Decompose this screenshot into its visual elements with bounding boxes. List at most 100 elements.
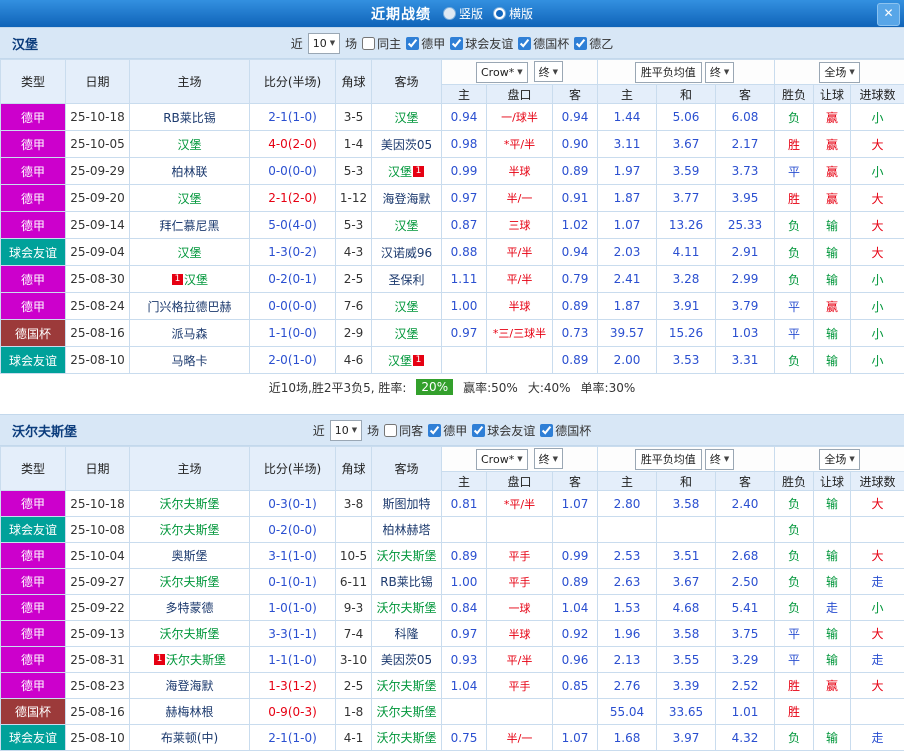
avg-label-box[interactable]: 胜平负均值 [635,62,702,83]
close-button[interactable]: ✕ [877,3,900,26]
match-row: 德甲25-09-13沃尔夫斯堡3-3(1-1)7-4科隆0.97半球0.921.… [1,621,904,647]
handicap-cell [487,517,553,543]
date-cell: 25-09-13 [66,621,130,647]
avg-final-select[interactable]: 终▼ [705,62,734,83]
avg-home-cell: 3.11 [598,131,657,158]
avg-away-cell: 3.75 [716,621,775,647]
filter-checkbox-input[interactable] [450,37,463,50]
date-cell: 25-08-30 [66,266,130,293]
filter-checkbox-2[interactable]: 球会友谊 [472,422,535,439]
filter-checkbox-2[interactable]: 球会友谊 [450,35,513,52]
team-name: RB莱比锡 [163,111,216,125]
outcome-cell: 赢 [814,131,851,158]
match-row: 德国杯25-08-16派马森1-1(0-0)2-9汉堡0.97*三/三球半0.7… [1,320,904,347]
team-name: 柏林赫塔 [382,523,430,537]
outcome-cell: 平 [775,621,814,647]
col-avg-away: 客 [716,85,775,104]
layout-option-vertical[interactable]: 竖版 [443,5,483,22]
outcome-cell: 小 [851,595,904,621]
home-cell: 汉堡 [130,131,250,158]
outcome-text: 输 [826,354,838,368]
summary-stat: 单率:30% [581,379,636,396]
outcome-cell [814,699,851,725]
away-cell: 汉堡 [372,293,442,320]
avg-away-cell: 2.40 [716,491,775,517]
red-card-badge: 1 [413,355,424,366]
section-team-name: 沃尔夫斯堡 [12,421,77,440]
odds-home-cell: 0.88 [442,239,487,266]
score-cell: 2-0(1-0) [250,347,336,374]
filter-checkbox-input[interactable] [384,424,397,437]
avg-away-cell: 3.31 [716,347,775,374]
odds-home-cell: 0.75 [442,725,487,751]
bookmaker-select[interactable]: Crow*▼ [476,62,528,83]
filter-checkbox-0[interactable]: 同客 [384,422,423,439]
red-card-badge: 1 [172,274,183,285]
odds-away-cell [553,699,598,725]
filter-checkbox-input[interactable] [518,37,531,50]
outcome-cell: 平 [775,320,814,347]
league-cell: 德甲 [1,595,66,621]
team-section: 汉堡近10▼场同主德甲球会友谊德国杯德乙类型日期主场比分(半场)角球客场Crow… [0,27,904,400]
avg-home-cell: 1.44 [598,104,657,131]
filter-checkbox-input[interactable] [406,37,419,50]
team-name: 沃尔夫斯堡 [159,575,219,589]
filter-checkbox-input[interactable] [574,37,587,50]
outcome-text: 平 [788,653,800,667]
col-avg-home: 主 [598,472,657,491]
fullmatch-select[interactable]: 全场▼ [819,62,859,83]
odds-final-select[interactable]: 终▼ [534,61,563,82]
avg-home-cell: 55.04 [598,699,657,725]
section-header: 汉堡近10▼场同主德甲球会友谊德国杯德乙 [0,27,904,59]
odds-final-select[interactable]: 终▼ [534,448,563,469]
score-cell: 0-0(0-0) [250,158,336,185]
odds-away-cell: 0.73 [553,320,598,347]
score-text: 0-1(0-1) [268,575,317,589]
outcome-cell: 赢 [814,104,851,131]
filter-checkbox-1[interactable]: 德甲 [406,35,445,52]
avg-label-box[interactable]: 胜平负均值 [635,449,702,470]
outcome-text: 输 [826,327,838,341]
team-name: 门兴格拉德巴赫 [147,300,231,314]
outcome-cell: 大 [851,543,904,569]
filter-checkbox-input[interactable] [540,424,553,437]
corner-cell: 4-1 [336,725,372,751]
team-name: 布莱顿(中) [161,731,218,745]
filter-checkbox-input[interactable] [362,37,375,50]
filter-checkbox-4[interactable]: 德乙 [574,35,613,52]
col-let: 让球 [814,472,851,491]
score-cell: 2-1(1-0) [250,725,336,751]
match-row: 球会友谊25-10-08沃尔夫斯堡0-2(0-0)柏林赫塔负 [1,517,904,543]
filter-checkbox-3[interactable]: 德国杯 [518,35,569,52]
score-cell: 1-3(0-2) [250,239,336,266]
filter-checkbox-input[interactable] [428,424,441,437]
filter-checkbox-input[interactable] [472,424,485,437]
outcome-text: 负 [788,523,800,537]
recent-count-select[interactable]: 10▼ [330,420,362,441]
filter-checkbox-3[interactable]: 德国杯 [540,422,591,439]
outcome-cell: 输 [814,239,851,266]
date-cell: 25-09-22 [66,595,130,621]
col-odds-away: 客 [553,472,598,491]
col-odds-home: 主 [442,85,487,104]
odds-home-cell: 0.97 [442,185,487,212]
score-cell: 1-3(1-2) [250,673,336,699]
outcome-text: 输 [826,219,838,233]
match-row: 德甲25-09-27沃尔夫斯堡0-1(0-1)6-11RB莱比锡1.00平手0.… [1,569,904,595]
fullmatch-select[interactable]: 全场▼ [819,449,859,470]
filter-checkbox-0[interactable]: 同主 [362,35,401,52]
section-header: 沃尔夫斯堡近10▼场同客德甲球会友谊德国杯 [0,414,904,446]
outcome-cell: 小 [851,104,904,131]
recent-count-select[interactable]: 10▼ [308,33,340,54]
league-cell: 德甲 [1,647,66,673]
date-cell: 25-08-16 [66,320,130,347]
outcome-cell [814,517,851,543]
avg-home-cell: 1.68 [598,725,657,751]
chevron-down-icon: ▼ [724,455,729,463]
layout-option-horizontal[interactable]: 横版 [493,5,533,22]
handicap-cell: 平/半 [487,266,553,293]
league-cell: 球会友谊 [1,725,66,751]
avg-final-select[interactable]: 终▼ [705,449,734,470]
bookmaker-select[interactable]: Crow*▼ [476,449,528,470]
filter-checkbox-1[interactable]: 德甲 [428,422,467,439]
